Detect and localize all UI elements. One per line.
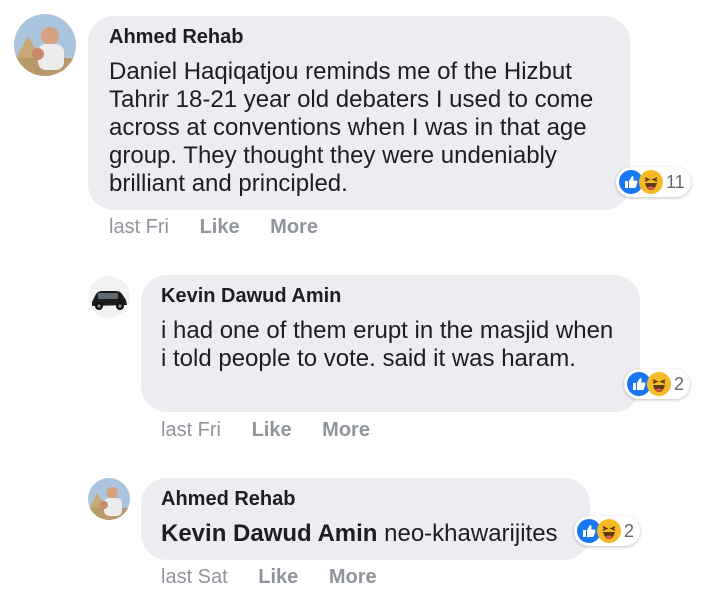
avatar[interactable]	[88, 276, 130, 318]
comment-text: i had one of them erupt in the masjid wh…	[161, 317, 614, 372]
comment-timestamp[interactable]: last Fri	[109, 216, 169, 239]
more-button[interactable]: More	[270, 216, 318, 239]
more-button[interactable]: More	[322, 419, 370, 442]
comment-author[interactable]: Ahmed Rehab	[161, 488, 295, 511]
avatar[interactable]	[88, 478, 130, 520]
reaction-count: 2	[624, 520, 635, 541]
reaction-count: 11	[666, 171, 685, 192]
avatar[interactable]	[14, 14, 76, 76]
more-button[interactable]: More	[329, 566, 377, 589]
reactions-summary[interactable]: 11	[616, 167, 691, 197]
comment-author[interactable]: Ahmed Rehab	[109, 26, 243, 49]
reaction-count: 2	[674, 373, 685, 394]
haha-reaction-icon	[647, 372, 671, 396]
comment-actions: last Fri Like More	[109, 216, 318, 239]
like-button[interactable]: Like	[200, 216, 240, 239]
comment-body: neo-khawarijites	[384, 520, 558, 547]
like-button[interactable]: Like	[258, 566, 298, 589]
reactions-summary[interactable]: 2	[574, 516, 641, 546]
comment-actions: last Fri Like More	[161, 419, 370, 442]
profile-photo-icon	[88, 478, 130, 520]
comment-text: Daniel Haqiqatjou reminds me of the Hizb…	[109, 58, 594, 197]
like-button[interactable]: Like	[252, 419, 292, 442]
profile-photo-icon	[14, 14, 76, 76]
comment-timestamp[interactable]: last Fri	[161, 419, 221, 442]
comment-timestamp[interactable]: last Sat	[161, 566, 228, 589]
comment-author[interactable]: Kevin Dawud Amin	[161, 285, 341, 308]
haha-reaction-icon	[639, 170, 663, 194]
haha-reaction-icon	[597, 519, 621, 543]
mention-link[interactable]: Kevin Dawud Amin	[161, 520, 377, 547]
comment-text: Kevin Dawud Amin neo-khawarijites	[161, 520, 581, 548]
comment-actions: last Sat Like More	[161, 566, 377, 589]
reactions-summary[interactable]: 2	[624, 369, 691, 399]
car-photo-icon	[88, 276, 130, 318]
